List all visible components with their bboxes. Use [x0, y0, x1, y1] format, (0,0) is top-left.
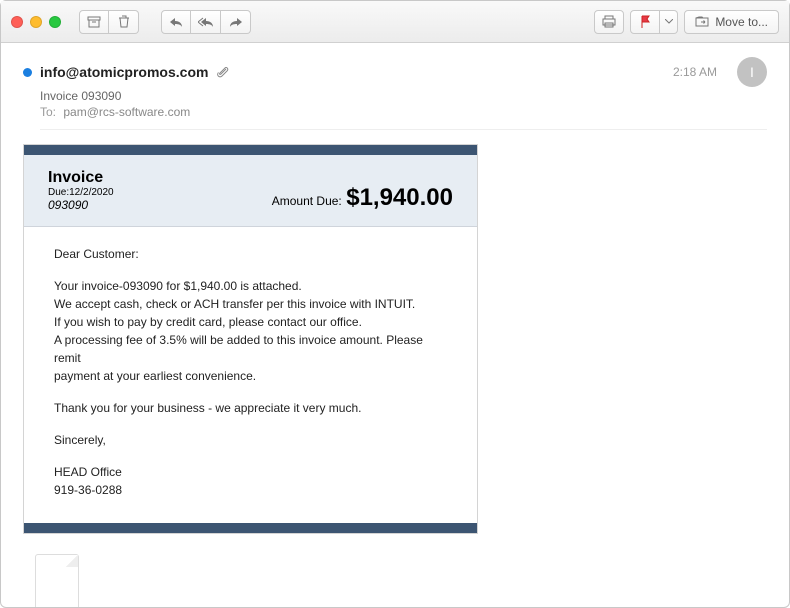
move-icon	[695, 16, 709, 27]
mail-window: Move to... info@atomicpromos.com 2:18 AM…	[0, 0, 790, 608]
attachment-item[interactable]: n. 09309...020.xls	[23, 554, 91, 607]
window-controls	[11, 16, 61, 28]
trash-button[interactable]	[109, 10, 139, 34]
maximize-window[interactable]	[49, 16, 61, 28]
archive-icon	[87, 16, 101, 28]
subject-line: Invoice 093090	[40, 89, 767, 103]
thanks-line: Thank you for your business - we appreci…	[54, 399, 447, 417]
move-to-button[interactable]: Move to...	[684, 10, 779, 34]
to-label: To:	[40, 105, 56, 119]
move-label: Move to...	[715, 15, 768, 29]
attachment-icon	[216, 65, 229, 79]
invoice-header: Invoice Due:12/2/2020 093090 Amount Due:…	[24, 155, 477, 227]
signoff: Sincerely,	[54, 431, 447, 449]
header-row: info@atomicpromos.com 2:18 AM I	[23, 57, 767, 87]
flag-group	[630, 10, 678, 34]
received-time: 2:18 AM	[673, 65, 717, 79]
amount-due-label: Amount Due:	[272, 194, 342, 208]
reply-all-button[interactable]	[191, 10, 221, 34]
invoice-bottom-stripe	[24, 523, 477, 533]
message-pane: info@atomicpromos.com 2:18 AM I Invoice …	[1, 43, 789, 607]
invoice-header-right: Amount Due: $1,940.00	[272, 184, 453, 212]
flag-button[interactable]	[630, 10, 660, 34]
amount-due-value: $1,940.00	[346, 184, 453, 211]
flag-icon	[640, 15, 651, 28]
chevron-down-icon	[665, 19, 673, 24]
body-line: A processing fee of 3.5% will be added t…	[54, 331, 447, 367]
from-line: HEAD Office	[54, 463, 447, 481]
body-line: We accept cash, check or ACH transfer pe…	[54, 295, 447, 313]
sender-avatar[interactable]: I	[737, 57, 767, 87]
invoice-top-stripe	[24, 145, 477, 155]
forward-icon	[229, 17, 243, 27]
forward-button[interactable]	[221, 10, 251, 34]
greeting: Dear Customer:	[54, 245, 447, 263]
recipient-row: To: pam@rcs-software.com	[40, 105, 767, 130]
body-line: Your invoice-093090 for $1,940.00 is att…	[54, 277, 447, 295]
minimize-window[interactable]	[30, 16, 42, 28]
reply-icon	[169, 17, 183, 27]
body-line: payment at your earliest convenience.	[54, 367, 447, 385]
print-icon	[602, 15, 616, 28]
reply-all-icon	[198, 17, 214, 27]
from-line: 919-36-0288	[54, 481, 447, 499]
reply-group	[161, 10, 251, 34]
close-window[interactable]	[11, 16, 23, 28]
delete-archive-group	[79, 10, 139, 34]
file-icon	[35, 554, 79, 607]
invoice-due: Due:12/2/2020	[48, 187, 114, 198]
invoice-number: 093090	[48, 198, 114, 212]
titlebar: Move to...	[1, 1, 789, 43]
reply-button[interactable]	[161, 10, 191, 34]
invoice-body-text: Dear Customer: Your invoice-093090 for $…	[24, 227, 477, 523]
flag-menu-button[interactable]	[660, 10, 678, 34]
message-body: Invoice Due:12/2/2020 093090 Amount Due:…	[23, 130, 767, 607]
body-line: If you wish to pay by credit card, pleas…	[54, 313, 447, 331]
print-button[interactable]	[594, 10, 624, 34]
invoice-header-left: Invoice Due:12/2/2020 093090	[48, 169, 114, 212]
invoice-document: Invoice Due:12/2/2020 093090 Amount Due:…	[23, 144, 478, 534]
invoice-title: Invoice	[48, 169, 114, 187]
archive-button[interactable]	[79, 10, 109, 34]
unread-indicator	[23, 68, 32, 77]
to-address[interactable]: pam@rcs-software.com	[63, 105, 190, 119]
sender-address[interactable]: info@atomicpromos.com	[40, 64, 208, 80]
trash-icon	[118, 15, 130, 28]
